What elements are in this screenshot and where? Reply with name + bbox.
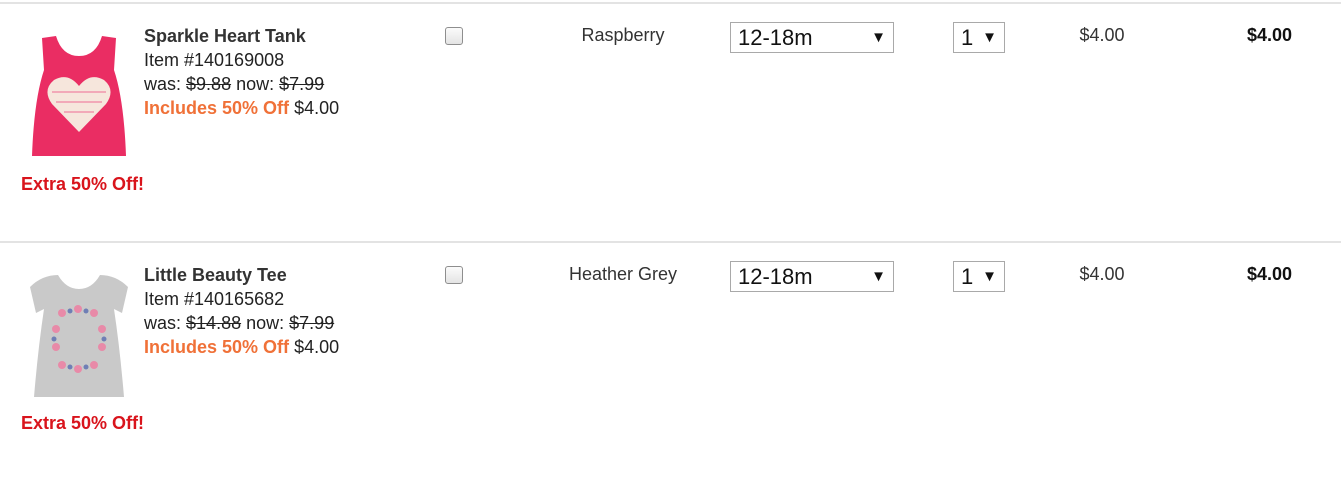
was-price: $14.88 [186,313,242,333]
line-total: $4.00 [1246,264,1292,284]
chevron-down-icon: ▼ [982,268,997,285]
size-selected-value: 12-18m [738,264,813,289]
promo-label: Includes 50% Off [144,337,290,357]
promo-price: $4.00 [294,337,340,357]
now-price: $7.99 [289,313,335,333]
color-value: Heather Grey [568,264,678,284]
extra-discount-badge: Extra 50% Off! [21,413,145,433]
chevron-down-icon: ▼ [871,29,886,46]
price-line: was: $9.88 now: $7.99 [144,72,339,96]
was-label: was: [144,313,182,333]
quantity-select[interactable]: 1 ▼ [953,261,1005,292]
was-label: was: [144,74,182,94]
promo-line: Includes 50% Off $4.00 [144,335,339,359]
chevron-down-icon: ▼ [871,268,886,285]
size-select[interactable]: 12-18m ▼ [730,261,894,292]
quantity-select[interactable]: 1 ▼ [953,22,1005,53]
product-info: Sparkle Heart Tank Item #140169008 was: … [144,24,339,120]
quantity-selected-value: 1 [961,25,974,50]
select-item-checkbox[interactable] [445,266,463,284]
product-image[interactable] [22,269,136,401]
color-value: Raspberry [581,25,665,45]
select-item-checkbox[interactable] [445,27,463,45]
now-label: now: [236,74,275,94]
product-name[interactable]: Sparkle Heart Tank [144,24,339,48]
size-select[interactable]: 12-18m ▼ [730,22,894,53]
promo-line: Includes 50% Off $4.00 [144,96,339,120]
line-total: $4.00 [1246,25,1292,45]
was-price: $9.88 [186,74,232,94]
product-info: Little Beauty Tee Item #140165682 was: $… [144,263,339,359]
cart-item-row: Sparkle Heart Tank Item #140169008 was: … [0,2,1341,242]
now-price: $7.99 [279,74,325,94]
item-number: Item #140169008 [144,50,285,70]
size-selected-value: 12-18m [738,25,813,50]
product-name[interactable]: Little Beauty Tee [144,263,339,287]
unit-price: $4.00 [1079,264,1125,284]
extra-discount-badge: Extra 50% Off! [21,174,145,194]
cart-item-row: Little Beauty Tee Item #140165682 was: $… [0,241,1341,481]
chevron-down-icon: ▼ [982,29,997,46]
now-label: now: [246,313,285,333]
promo-label: Includes 50% Off [144,98,290,118]
item-number: Item #140165682 [144,289,285,309]
promo-price: $4.00 [294,98,340,118]
product-image[interactable] [22,30,136,162]
price-line: was: $14.88 now: $7.99 [144,311,339,335]
quantity-selected-value: 1 [961,264,974,289]
unit-price: $4.00 [1079,25,1125,45]
